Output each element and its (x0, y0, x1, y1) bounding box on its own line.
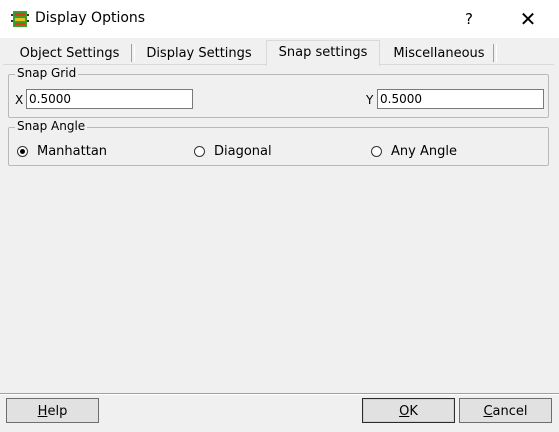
radio-selected-dot (20, 149, 25, 154)
snap-angle-label: Snap Angle (15, 119, 88, 133)
y-label: Y (366, 93, 374, 107)
x-label: X (15, 93, 24, 107)
radio-manhattan-label[interactable]: Manhattan (37, 144, 107, 159)
tab-display-settings[interactable]: Display Settings (140, 44, 258, 64)
help-button[interactable]: Help (6, 398, 99, 423)
bottom-separator-highlight (0, 394, 559, 395)
window-title: Display Options (35, 10, 146, 26)
tab-separator (131, 44, 135, 62)
radio-manhattan[interactable] (17, 146, 28, 157)
help-accel: H (37, 404, 48, 419)
close-button[interactable]: ✕ (505, 0, 551, 38)
title-bar: Display Options ? ✕ (0, 0, 559, 38)
ok-button[interactable]: OK (362, 398, 455, 423)
ok-label: K (409, 404, 418, 419)
cancel-button[interactable]: Cancel (459, 398, 552, 423)
tab-separator (493, 44, 497, 62)
help-label: elp (47, 404, 68, 419)
tab-object-settings[interactable]: Object Settings (12, 44, 127, 64)
snap-grid-label: Snap Grid (15, 66, 79, 80)
snap-grid-x-input[interactable] (26, 89, 193, 109)
radio-any-angle[interactable] (371, 146, 382, 157)
cancel-accel: C (483, 404, 493, 419)
cancel-label: ancel (492, 404, 528, 419)
snap-grid-y-input[interactable] (377, 89, 544, 109)
radio-diagonal-label[interactable]: Diagonal (214, 144, 272, 159)
tab-miscellaneous[interactable]: Miscellaneous (389, 44, 489, 64)
help-title-button[interactable]: ? (446, 0, 492, 38)
radio-diagonal[interactable] (194, 146, 205, 157)
app-icon (11, 11, 29, 27)
radio-any-angle-label[interactable]: Any Angle (391, 144, 457, 159)
ok-accel: O (399, 404, 410, 419)
close-icon: ✕ (519, 7, 537, 31)
tab-snap-settings[interactable]: Snap settings (266, 40, 380, 66)
